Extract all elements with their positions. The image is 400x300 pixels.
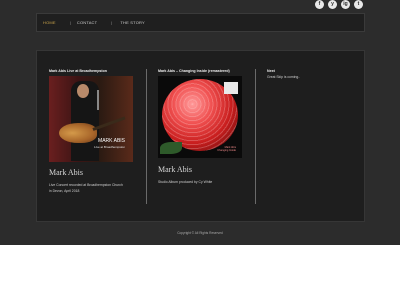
instagram-icon[interactable]: ig	[341, 0, 350, 9]
nav-separator: |	[69, 20, 71, 25]
main-nav: HOME | CONTACT | THE STORY	[36, 13, 365, 32]
nav-home[interactable]: HOME	[43, 20, 56, 25]
next-description: Great Skip is coming..	[267, 75, 301, 79]
nav-contact[interactable]: CONTACT	[77, 20, 97, 25]
microphone-stand	[97, 90, 99, 110]
guitar-body	[59, 123, 97, 143]
column-title: Mark Abis – Changing Inside (remastered)	[158, 69, 230, 73]
album-cover-changing-inside[interactable]: Mark Abis Changing Inside	[158, 76, 242, 158]
social-links: f y ig t	[315, 0, 363, 9]
artist-name[interactable]: Mark Abis	[158, 165, 192, 174]
artist-head	[77, 84, 89, 98]
twitter-icon[interactable]: t	[354, 0, 363, 9]
footer-copyright: Copyright © All Rights Reserved	[177, 231, 223, 235]
column-title: Next	[267, 69, 275, 73]
album-description: Studio Album produced by Cy White	[158, 180, 213, 184]
cover-sticker	[224, 82, 238, 94]
youtube-icon[interactable]: y	[328, 0, 337, 9]
album-cover-live[interactable]: MARK ABIS Live at Broadhempston	[49, 76, 133, 162]
column-title: Mark Abis Live at Broadhempston	[49, 69, 107, 73]
album-description: in Devon, April 2018	[49, 189, 80, 193]
nav-separator: |	[111, 20, 113, 25]
facebook-icon[interactable]: f	[315, 0, 324, 9]
artist-name[interactable]: Mark Abis	[49, 168, 83, 177]
column-divider	[255, 69, 256, 204]
content-panel: Mark Abis Live at Broadhempston MARK ABI…	[36, 50, 365, 222]
page-bottom-area	[0, 245, 400, 300]
album-description: Live Concert recorded at Broadhempston C…	[49, 183, 123, 187]
column-divider	[146, 69, 147, 204]
cover-caption-subtitle: Live at Broadhempston	[94, 145, 125, 149]
cover-caption: MARK ABIS Live at Broadhempston	[94, 138, 125, 150]
leaf-image	[160, 142, 182, 154]
nav-the-story[interactable]: THE STORY	[120, 20, 145, 25]
cover-caption: Mark Abis Changing Inside	[217, 146, 236, 152]
